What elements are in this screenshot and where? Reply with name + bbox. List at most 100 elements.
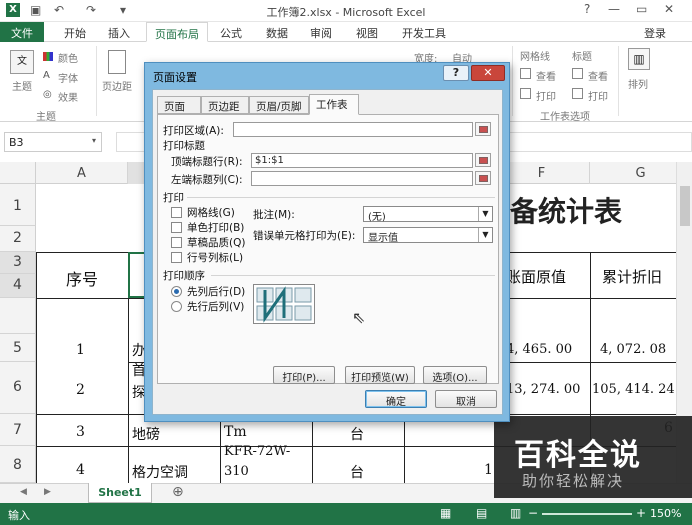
cell-g5[interactable]: 4, 072. 08 bbox=[600, 342, 666, 357]
row-header-1[interactable]: 1 bbox=[0, 184, 36, 226]
tab-page-layout[interactable]: 页面布局 bbox=[146, 22, 208, 42]
down-then-over-radio[interactable] bbox=[171, 286, 182, 297]
restore-icon[interactable]: ▭ bbox=[636, 2, 647, 16]
column-header-a[interactable]: A bbox=[36, 162, 128, 184]
cell-a6[interactable]: 2 bbox=[76, 382, 85, 398]
next-sheet-icon[interactable]: ▶ bbox=[44, 487, 51, 497]
cell-c8-line1[interactable]: KFR-72W- bbox=[224, 444, 290, 459]
gridlines-print-label: 打印 bbox=[536, 92, 556, 103]
draft-quality-checkbox[interactable] bbox=[171, 237, 182, 248]
cancel-button[interactable]: 取消 bbox=[435, 390, 497, 408]
row-header-8[interactable]: 8 bbox=[0, 446, 36, 483]
gridlines-checkbox[interactable] bbox=[171, 207, 182, 218]
cell-a7[interactable]: 3 bbox=[76, 424, 85, 440]
headings-view-checkbox[interactable] bbox=[572, 68, 583, 79]
cell-e8[interactable]: 1 bbox=[484, 462, 493, 478]
print-area-input[interactable] bbox=[233, 122, 473, 137]
normal-view-icon[interactable]: ▦ bbox=[440, 506, 451, 520]
cell-d8[interactable]: 台 bbox=[350, 462, 364, 482]
top-rows-picker-icon[interactable] bbox=[475, 153, 491, 167]
themes-icon[interactable]: 文 bbox=[10, 50, 34, 74]
dialog-help-button[interactable]: ? bbox=[443, 65, 469, 81]
arrange-icon[interactable]: ▥ bbox=[628, 48, 650, 70]
row-header-4[interactable]: 4 bbox=[0, 274, 36, 298]
tab-formulas[interactable]: 公式 bbox=[212, 22, 250, 42]
tab-view[interactable]: 视图 bbox=[348, 22, 386, 42]
print-area-picker-icon[interactable] bbox=[475, 122, 491, 136]
tab-file[interactable]: 文件 bbox=[0, 22, 44, 42]
add-sheet-icon[interactable]: ⊕ bbox=[172, 484, 184, 500]
left-columns-input[interactable] bbox=[251, 171, 473, 186]
options-button[interactable]: 选项(O)... bbox=[423, 366, 487, 384]
dialog-close-button[interactable]: ✕ bbox=[471, 65, 505, 81]
row-header-6[interactable]: 6 bbox=[0, 362, 36, 414]
row-header-7[interactable]: 7 bbox=[0, 414, 36, 446]
header-original-value[interactable]: 账面原值 bbox=[506, 266, 566, 287]
tab-review[interactable]: 审阅 bbox=[302, 22, 340, 42]
tab-data[interactable]: 数据 bbox=[258, 22, 296, 42]
section-divider bbox=[187, 197, 495, 198]
theme-group-label: 主题 bbox=[36, 112, 56, 123]
margins-icon[interactable] bbox=[108, 50, 126, 74]
row-header-5[interactable]: 5 bbox=[0, 334, 36, 362]
prev-sheet-icon[interactable]: ◀ bbox=[20, 487, 27, 497]
print-preview-button[interactable]: 打印预览(W) bbox=[345, 366, 415, 384]
headings-print-checkbox[interactable] bbox=[572, 88, 583, 99]
row-header-2[interactable]: 2 bbox=[0, 226, 36, 252]
tab-developer[interactable]: 开发工具 bbox=[394, 22, 454, 42]
cell-g6[interactable]: 105, 414. 24 bbox=[592, 382, 675, 397]
tab-page[interactable]: 页面 bbox=[157, 96, 201, 114]
cell-errors-select[interactable]: 显示值 ▼ bbox=[363, 227, 493, 244]
sheet-tab-sheet1[interactable]: Sheet1 bbox=[88, 483, 152, 503]
select-all-corner[interactable] bbox=[0, 162, 36, 184]
header-seq[interactable]: 序号 bbox=[66, 266, 98, 290]
zoom-slider[interactable] bbox=[542, 513, 632, 515]
cell-d7[interactable]: 台 bbox=[350, 424, 364, 444]
colors-button[interactable]: 颜色 bbox=[58, 50, 78, 65]
gridlines-view-checkbox[interactable] bbox=[520, 68, 531, 79]
header-accumulated-depreciation[interactable]: 累计折旧 bbox=[602, 266, 662, 287]
name-box[interactable]: B3 bbox=[4, 132, 102, 152]
margins-label[interactable]: 页边距 bbox=[102, 78, 132, 93]
arrange-label[interactable]: 排列 bbox=[628, 76, 648, 91]
row-header-3[interactable]: 3 bbox=[0, 252, 36, 274]
minimize-icon[interactable]: — bbox=[608, 2, 620, 16]
row-col-headings-checkbox[interactable] bbox=[171, 252, 182, 263]
effects-button[interactable]: 效果 bbox=[58, 89, 78, 104]
cell-f5[interactable]: 4, 465. 00 bbox=[506, 342, 572, 357]
cell-b7[interactable]: 地磅 bbox=[132, 424, 160, 444]
tab-sheet[interactable]: 工作表 bbox=[309, 94, 359, 115]
cell-a5[interactable]: 1 bbox=[76, 342, 85, 358]
sheet-title[interactable]: 备统计表 bbox=[510, 190, 622, 230]
help-icon[interactable]: ? bbox=[584, 2, 590, 16]
cell-a8[interactable]: 4 bbox=[76, 462, 85, 478]
gridlines-print-checkbox[interactable] bbox=[520, 88, 531, 99]
zoom-level[interactable]: 150% bbox=[650, 507, 681, 520]
login-link[interactable]: 登录 bbox=[636, 22, 674, 42]
fonts-button[interactable]: 字体 bbox=[58, 70, 78, 85]
cell-c8-line2[interactable]: 310 bbox=[224, 464, 249, 479]
tab-insert[interactable]: 插入 bbox=[100, 22, 138, 42]
zoom-in-icon[interactable]: + bbox=[636, 506, 646, 520]
print-button[interactable]: 打印(P)... bbox=[273, 366, 335, 384]
comments-select[interactable]: (无) ▼ bbox=[363, 206, 493, 223]
row-header-blank[interactable] bbox=[0, 298, 36, 334]
zoom-out-icon[interactable]: − bbox=[528, 506, 538, 520]
top-rows-input[interactable]: $1:$1 bbox=[251, 153, 473, 168]
black-white-checkbox[interactable] bbox=[171, 222, 182, 233]
scroll-thumb[interactable] bbox=[680, 186, 690, 226]
cell-f6[interactable]: 13, 274. 00 bbox=[506, 382, 580, 397]
tab-margins[interactable]: 页边距 bbox=[201, 96, 249, 114]
cell-b8[interactable]: 格力空调 bbox=[132, 462, 188, 482]
page-break-view-icon[interactable]: ▥ bbox=[510, 506, 521, 520]
tab-home[interactable]: 开始 bbox=[56, 22, 94, 42]
left-columns-picker-icon[interactable] bbox=[475, 171, 491, 185]
ok-button[interactable]: 确定 bbox=[365, 390, 427, 408]
themes-label[interactable]: 主题 bbox=[12, 78, 32, 93]
over-then-down-radio[interactable] bbox=[171, 301, 182, 312]
close-icon[interactable]: ✕ bbox=[664, 2, 674, 16]
tab-header-footer[interactable]: 页眉/页脚 bbox=[249, 96, 309, 114]
cell-c7[interactable]: Tm bbox=[224, 424, 247, 440]
name-box-dropdown-icon[interactable]: ▾ bbox=[92, 136, 96, 145]
page-layout-view-icon[interactable]: ▤ bbox=[476, 506, 487, 520]
